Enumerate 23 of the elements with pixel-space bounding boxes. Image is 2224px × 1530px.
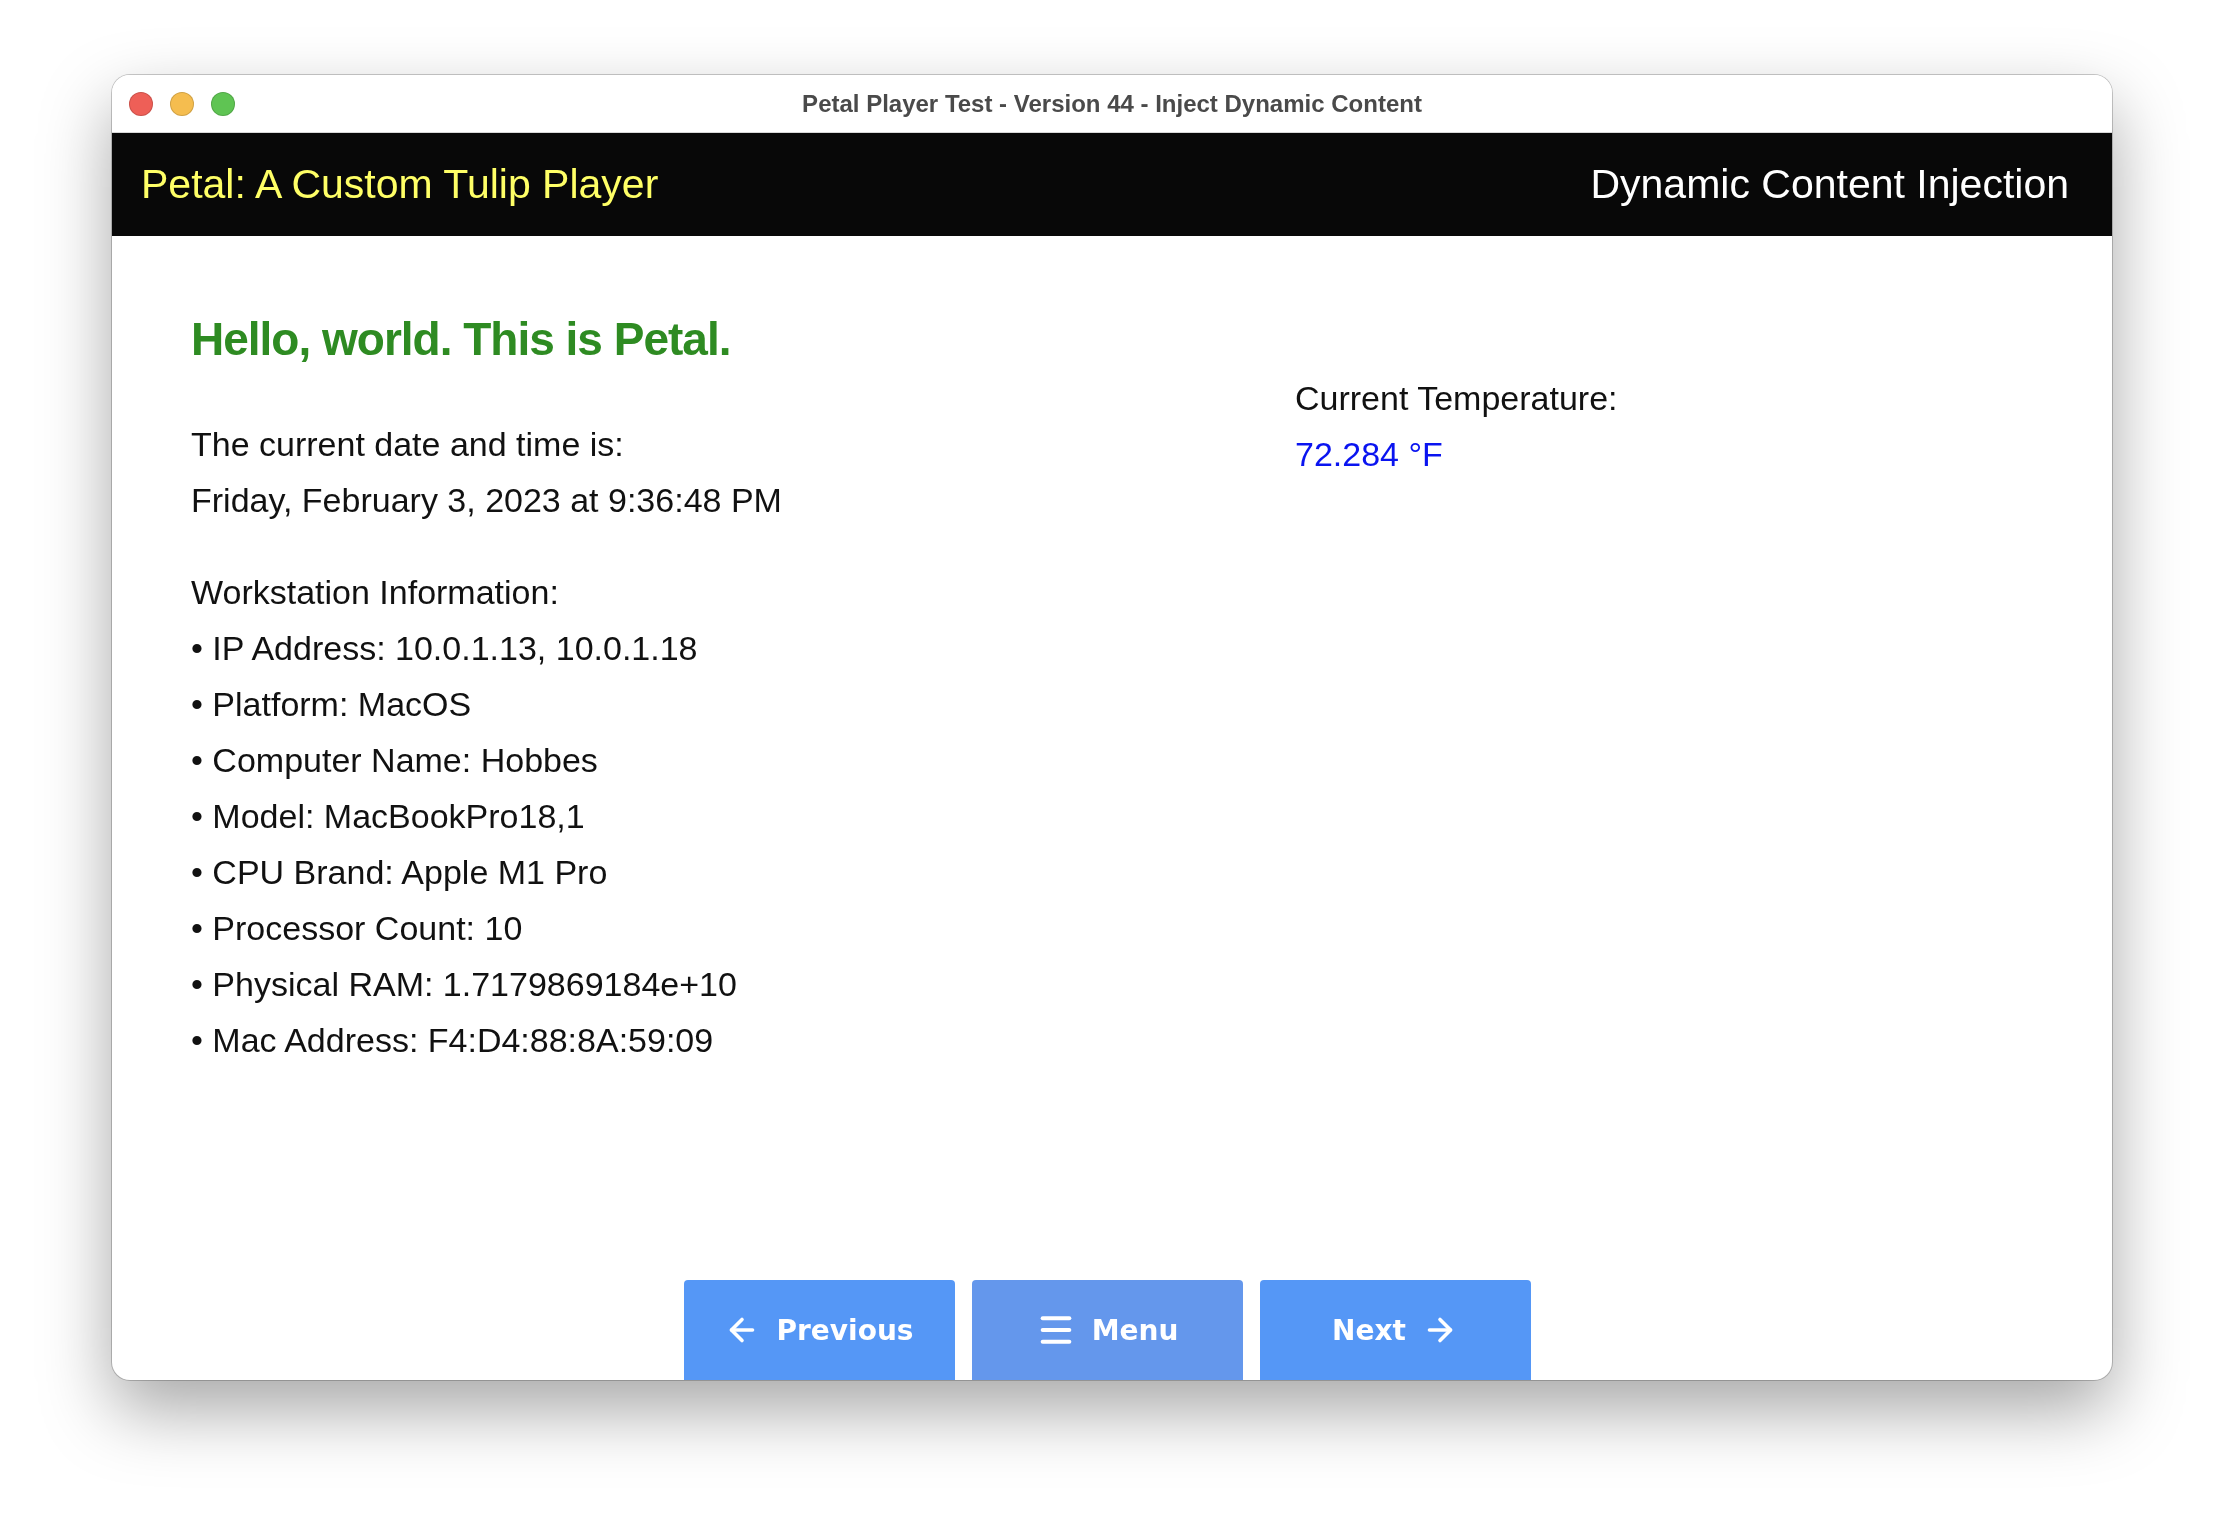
- previous-button[interactable]: Previous: [683, 1280, 955, 1380]
- datetime-value: Friday, February 3, 2023 at 9:36:48 PM: [191, 480, 783, 521]
- close-icon[interactable]: [129, 91, 153, 116]
- workstation-item: • Computer Name: Hobbes: [191, 740, 599, 781]
- next-button[interactable]: Next: [1259, 1280, 1531, 1380]
- workstation-item: • IP Address: 10.0.1.13, 10.0.1.18: [191, 628, 699, 669]
- window-title: Petal Player Test - Version 44 - Inject Dynamic Content: [802, 89, 1422, 118]
- greeting-heading: Hello, world. This is Petal.: [191, 312, 732, 366]
- temperature-value: 72.284 °F: [1295, 434, 1444, 475]
- page-title: Dynamic Content Injection: [1590, 161, 2069, 208]
- workstation-item: • Processor Count: 10: [191, 908, 524, 949]
- menu-button[interactable]: Menu: [971, 1280, 1243, 1380]
- datetime-label: The current date and time is:: [191, 424, 625, 465]
- workstation-item: • CPU Brand: Apple M1 Pro: [191, 852, 609, 893]
- zoom-icon[interactable]: [211, 91, 235, 116]
- temperature-label: Current Temperature:: [1295, 378, 1619, 419]
- workstation-title: Workstation Information:: [191, 572, 560, 613]
- workstation-item: • Physical RAM: 1.7179869184e+10: [191, 964, 738, 1005]
- workstation-item: • Mac Address: F4:D4:88:8A:59:09: [191, 1020, 715, 1061]
- workstation-item: • Model: MacBookPro18,1: [191, 796, 586, 837]
- minimize-icon[interactable]: [170, 91, 194, 116]
- workstation-item: • Platform: MacOS: [191, 684, 473, 725]
- app-name: Petal: A Custom Tulip Player: [141, 161, 659, 208]
